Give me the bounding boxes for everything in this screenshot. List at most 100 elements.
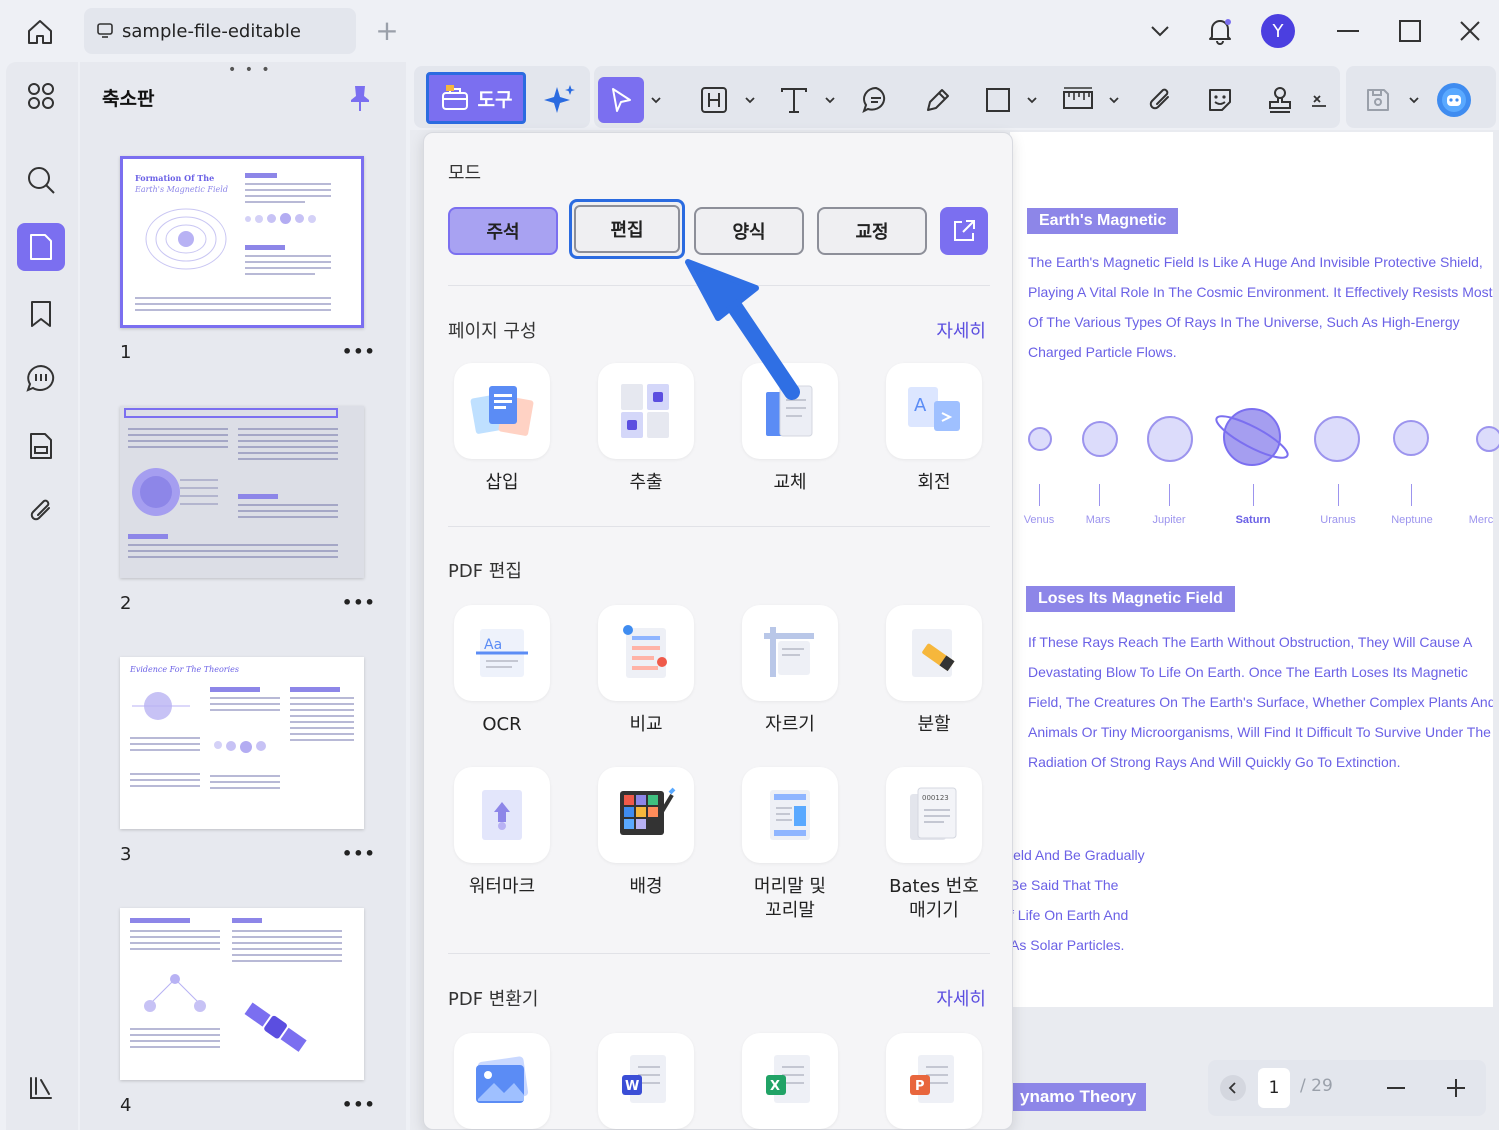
page-thumbnail-2[interactable] [120,406,364,578]
new-tab-button[interactable]: + [372,14,402,48]
maximize-icon [1399,20,1421,42]
page-thumbnail-4[interactable] [120,908,364,1080]
header-footer-button[interactable] [742,767,838,863]
text-tool-button[interactable] [774,80,814,120]
paragraph-text: ield And Be Gradually Be Said That The f… [1010,847,1145,953]
tab-list-button[interactable] [1140,10,1180,52]
shape-tool-button[interactable] [978,80,1018,120]
sticker-tool-button[interactable] [1200,80,1240,120]
page-more-button-3[interactable]: ••• [342,844,376,863]
watermark-button[interactable] [454,767,550,863]
home-button[interactable] [20,12,60,52]
plus-icon [1447,1079,1465,1097]
ai-assistant-button[interactable] [540,80,580,120]
background-button[interactable] [598,767,694,863]
chevron-down-icon[interactable] [744,94,756,106]
bates-number-icon: 000123 [910,787,957,840]
page-thumbnail-1[interactable]: Formation Of The Earth's Magnetic Field [120,156,364,328]
bates-number-button[interactable]: 000123 [886,767,982,863]
rail-bookmark-button[interactable] [17,290,65,338]
signature-tool-button[interactable] [1306,80,1332,120]
crop-button[interactable] [742,605,838,701]
measure-tool-button[interactable] [1058,80,1098,120]
library-icon [30,1077,52,1099]
rectangle-icon [986,88,1010,112]
zoom-out-button[interactable] [1380,1072,1412,1104]
mode-annotate-button[interactable]: 주석 [448,207,558,255]
form-icon [30,433,52,459]
page-thumbnail-3[interactable]: Evidence For The Theories [120,657,364,829]
attach-tool-button[interactable] [1140,80,1180,120]
rotate-page-button[interactable]: A [886,363,982,459]
chevron-down-icon[interactable] [1026,94,1038,106]
highlight-tool-button[interactable] [694,80,734,120]
page-number-4: 4 [120,1095,132,1116]
excel-file-icon: X [766,1055,810,1103]
rail-search-button[interactable] [17,156,65,204]
zoom-in-button[interactable] [1440,1072,1472,1104]
insert-page-label: 삽입 [485,472,519,493]
split-button[interactable] [886,605,982,701]
previous-page-button[interactable] [1220,1075,1246,1101]
chevron-down-icon[interactable] [650,94,662,106]
page-organize-more-link[interactable]: 자세히 [936,317,986,343]
stamp-tool-button[interactable] [1260,80,1300,120]
pin-button[interactable] [348,84,372,112]
comment-tool-button[interactable] [856,80,896,120]
rail-library-button[interactable] [17,1064,65,1112]
compare-button[interactable] [598,605,694,701]
select-tool-button[interactable] [598,77,644,123]
panel-grip[interactable]: • • • [228,62,272,78]
replace-page-button[interactable] [742,363,838,459]
planet-label: Uranus [1320,514,1356,526]
watermark-label: 워터마크 [468,876,536,897]
chevron-down-icon[interactable] [1408,94,1420,106]
page-more-button-1[interactable]: ••• [342,342,376,361]
mode-redact-button[interactable]: 교정 [817,207,927,255]
planet-neptune [1393,420,1429,456]
planet-jupiter [1147,416,1193,462]
thumb-title: Evidence For The Theories [130,665,240,674]
page-more-button-4[interactable]: ••• [342,1095,376,1114]
pdf-convert-more-link[interactable]: 자세히 [936,985,986,1011]
planet-label: Saturn [1235,514,1271,526]
page-total: / 29 [1300,1076,1333,1096]
convert-to-ppt-button[interactable]: P [886,1033,982,1129]
account-button[interactable]: Y [1258,10,1298,52]
rail-attachment-list-button[interactable] [17,422,65,470]
thumbnails-title: 축소판 [102,88,155,110]
planet-label: Jupiter [1152,514,1186,526]
chevron-down-icon[interactable] [824,94,836,106]
save-button[interactable] [1358,80,1398,120]
rail-apps-button[interactable] [17,72,65,120]
convert-to-image-button[interactable] [454,1033,550,1129]
mode-open-external-button[interactable] [940,207,988,255]
file-tab[interactable]: sample-file-editable [84,8,356,54]
bell-icon [1209,19,1231,45]
minimize-icon [1337,30,1359,32]
mode-edit-button[interactable]: 편집 [569,199,685,259]
notification-button[interactable] [1200,10,1240,52]
page-number-input[interactable]: 1 [1258,1068,1290,1108]
pen-tool-button[interactable] [918,80,958,120]
ai-chat-button[interactable] [1434,80,1474,120]
ocr-label: OCR [482,714,522,735]
rail-attachments-button[interactable] [17,487,65,535]
page-more-button-2[interactable]: ••• [342,593,376,612]
extract-page-button[interactable] [598,363,694,459]
convert-to-word-button[interactable]: W [598,1033,694,1129]
chevron-down-icon[interactable] [1108,94,1120,106]
split-label: 분할 [917,714,951,735]
rail-comments-button[interactable] [17,354,65,402]
rail-thumbnails-button[interactable] [17,223,65,271]
maximize-button[interactable] [1390,10,1430,52]
minimize-button[interactable] [1328,10,1368,52]
convert-to-excel-button[interactable]: X [742,1033,838,1129]
insert-page-button[interactable] [454,363,550,459]
mode-form-button[interactable]: 양식 [694,207,804,255]
ocr-button[interactable]: Aa [454,605,550,701]
planet-tick [1039,484,1040,506]
tools-button[interactable]: 도구 [426,72,526,124]
comment-icon [26,364,55,392]
close-button[interactable] [1450,10,1490,52]
